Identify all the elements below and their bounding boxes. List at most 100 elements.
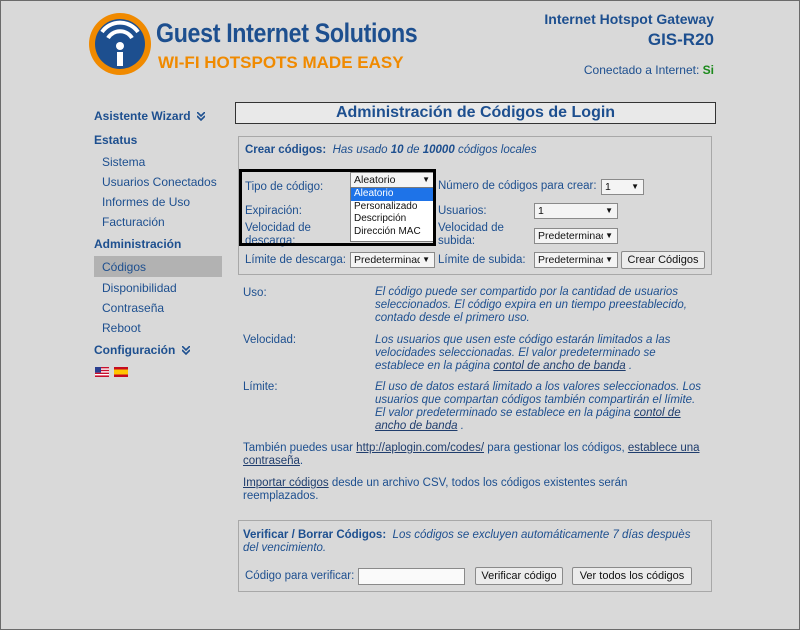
import-rest: desde un archivo CSV, todos los códigos …	[331, 477, 628, 489]
sidebar-wizard-label: Asistente Wizard	[94, 109, 191, 123]
download-limit-label: Límite de descarga:	[245, 254, 347, 266]
aplogin-link[interactable]: http://aplogin.com/codes/	[356, 442, 484, 454]
verify-note-2: del vencimiento.	[243, 542, 327, 554]
set-password-link-a[interactable]: establece una	[628, 442, 700, 454]
speed-description: Los usuarios que usen este código estará…	[375, 334, 705, 373]
use-line-1: El código puede ser compartido por la ca…	[375, 286, 679, 298]
usage-total: 10000	[422, 144, 455, 156]
create-heading-label: Crear códigos:	[245, 144, 327, 156]
dropdown-arrow-icon: ▼	[603, 253, 613, 267]
verify-code-label: Código para verificar:	[245, 570, 355, 582]
download-limit-value: Predeterminado	[354, 254, 429, 266]
sidebar-item-facturacion[interactable]: Facturación	[102, 215, 165, 229]
limit-line-3: El valor predeterminado se establece en …	[375, 407, 631, 419]
logo-wifi-icon	[89, 13, 151, 75]
spain-flag-icon[interactable]	[114, 367, 128, 377]
usage-used: 10	[390, 144, 404, 156]
view-all-codes-button[interactable]: Ver todos los códigos	[572, 567, 692, 585]
speed-line-1: Los usuarios que usen este código estará…	[375, 334, 671, 346]
users-label: Usuarios:	[438, 205, 487, 217]
import-paragraph: Importar códigos desde un archivo CSV, t…	[243, 477, 713, 503]
limit-line-2: usuarios que compartan códigos también c…	[375, 394, 696, 406]
limit-description: El uso de datos estará limitado a los va…	[375, 381, 705, 433]
use-description: El código puede ser compartido por la ca…	[375, 286, 705, 325]
bandwidth-control-link-2a[interactable]: contol de	[634, 407, 681, 419]
speed-line-2: velocidades seleccionadas. El valor pred…	[375, 347, 656, 359]
dropdown-arrow-icon: ▼	[603, 229, 613, 243]
download-limit-select[interactable]: Predeterminado ▼	[350, 252, 435, 268]
connection-value: Si	[702, 63, 714, 77]
verify-note-1: Los códigos se excluyen automáticamente …	[392, 529, 691, 541]
also-mid: para gestionar los códigos,	[487, 442, 625, 454]
gateway-title: Internet Hotspot Gateway	[544, 11, 714, 27]
use-label: Uso:	[243, 287, 267, 299]
sidebar-wizard[interactable]: Asistente Wizard	[94, 109, 205, 123]
sidebar-item-informes-de-uso[interactable]: Informes de Uso	[102, 195, 190, 209]
use-line-2: seleccionados. El código expira en un ti…	[375, 299, 687, 311]
upload-speed-select[interactable]: Predeterminado ▼	[534, 228, 618, 244]
double-chevron-down-icon	[181, 346, 190, 356]
dropdown-arrow-icon: ▼	[420, 253, 430, 267]
sidebar-config[interactable]: Configuración	[94, 343, 190, 357]
create-heading: Crear códigos: Has usado 10 de 10000 cód…	[245, 144, 537, 156]
sidebar-item-contrasena[interactable]: Contraseña	[102, 301, 164, 315]
upload-limit-select[interactable]: Predeterminado ▼	[534, 252, 618, 268]
upload-speed-label-1: Velocidad de	[438, 222, 504, 234]
sidebar-item-codigos[interactable]: Códigos	[102, 260, 146, 274]
speed-end: .	[628, 360, 633, 372]
limit-line-1: El uso de datos estará limitado a los va…	[375, 381, 702, 393]
code-count-label: Número de códigos para crear:	[438, 180, 597, 192]
set-password-link-b[interactable]: contraseña	[243, 455, 300, 467]
also-end: .	[299, 455, 304, 467]
users-value: 1	[538, 205, 544, 217]
verify-code-input[interactable]	[358, 568, 465, 585]
upload-speed-label: Velocidad de subida:	[438, 222, 504, 248]
sidebar-item-disponibilidad[interactable]: Disponibilidad	[102, 281, 177, 295]
verify-code-button[interactable]: Verificar código	[475, 567, 563, 585]
bandwidth-control-link-2b[interactable]: ancho de banda	[375, 420, 458, 432]
connection-label: Conectado a Internet:	[583, 63, 700, 77]
verify-heading-label: Verificar / Borrar Códigos:	[243, 529, 387, 541]
focus-highlight-frame	[239, 169, 436, 246]
dropdown-arrow-icon: ▼	[605, 206, 613, 215]
also-paragraph: También puedes usar http://aplogin.com/c…	[243, 442, 713, 468]
import-codes-link[interactable]: Importar códigos	[243, 477, 329, 489]
upload-limit-label: Límite de subida:	[438, 254, 526, 266]
sidebar-item-usuarios-conectados[interactable]: Usuarios Conectados	[102, 175, 217, 189]
use-line-3: contado desde el primero uso.	[375, 312, 530, 324]
sidebar-item-reboot[interactable]: Reboot	[102, 321, 141, 335]
upload-speed-label-2: subida:	[438, 235, 476, 247]
speed-line-3: establece en la página	[375, 360, 491, 372]
limit-end: .	[460, 420, 464, 432]
limit-label: Límite:	[243, 381, 278, 393]
import-rest-2: reemplazados.	[243, 490, 319, 502]
upload-limit-value: Predeterminado	[538, 254, 613, 266]
sidebar: Asistente Wizard Estatus Sistema Usuario…	[87, 101, 227, 620]
usage-mid: de	[406, 144, 420, 156]
us-flag-icon[interactable]	[95, 367, 109, 377]
connection-status: Conectado a Internet: Si	[584, 63, 714, 77]
code-count-select[interactable]: 1 ▼	[601, 179, 644, 195]
sidebar-item-sistema[interactable]: Sistema	[102, 155, 145, 169]
double-chevron-down-icon	[196, 112, 205, 122]
usage-post: códigos locales	[457, 144, 537, 156]
gateway-model: GIS-R20	[647, 30, 714, 49]
page-title: Administración de Códigos de Login	[235, 102, 716, 124]
usage-count: Has usado 10 de 10000 códigos locales	[333, 144, 537, 156]
create-codes-button[interactable]: Crear Códigos	[621, 251, 705, 269]
speed-label: Velocidad:	[243, 334, 297, 346]
upload-speed-value: Predeterminado	[538, 230, 613, 242]
sidebar-head-admin: Administración	[94, 237, 182, 251]
logo-title: Guest Internet Solutions	[156, 18, 418, 48]
sidebar-head-status: Estatus	[94, 133, 138, 147]
logo-tagline: WI-FI HOTSPOTS MADE EASY	[158, 53, 404, 72]
sidebar-config-label: Configuración	[94, 343, 176, 357]
also-pre: También puedes usar	[243, 442, 353, 454]
usage-pre: Has usado	[332, 144, 388, 156]
verify-heading: Verificar / Borrar Códigos: Los códigos …	[243, 529, 703, 555]
dropdown-arrow-icon: ▼	[631, 182, 639, 191]
bandwidth-control-link[interactable]: contol de ancho de banda	[493, 360, 625, 372]
code-count-value: 1	[605, 181, 611, 193]
logo[interactable]: Guest Internet Solutions WI-FI HOTSPOTS …	[86, 6, 426, 82]
users-select[interactable]: 1 ▼	[534, 203, 618, 219]
